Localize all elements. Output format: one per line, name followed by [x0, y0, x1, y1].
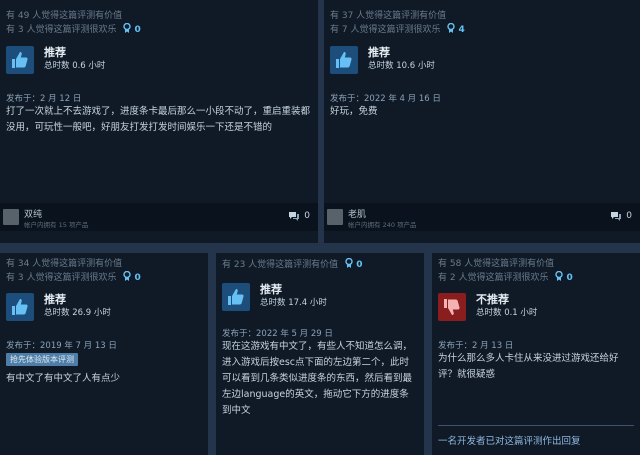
comment-icon [611, 212, 622, 221]
posted-date: 发布于：2 月 12 日 [6, 94, 82, 104]
review-footer: 双纯 帐户内拥有 15 项产品 0 [0, 203, 318, 231]
posted-date: 发布于：2 月 13 日 [438, 341, 514, 351]
funny-count: 有 7 人觉得这篇评测很欢乐 4 [330, 23, 634, 37]
funny-text: 有 2 人觉得这篇评测很欢乐 [438, 273, 549, 283]
review-card: 有 34 人觉得这篇评测有价值 有 3 人觉得这篇评测很欢乐 0 推荐 总时数 … [0, 253, 208, 455]
funny-count: 有 2 人觉得这篇评测很欢乐 0 [438, 271, 634, 285]
hours-played: 总时数 17.4 小时 [260, 298, 327, 308]
helpful-count: 有 37 人觉得这篇评测有价值 [330, 11, 447, 21]
helpful-count: 有 49 人觉得这篇评测有价值 [6, 11, 123, 21]
funny-text: 有 7 人觉得这篇评测很欢乐 [330, 25, 441, 35]
posted-date: 发布于：2022 年 4 月 16 日 [330, 94, 441, 104]
comments-button[interactable]: 0 [610, 211, 632, 221]
review-card: 有 58 人觉得这篇评测有价值 有 2 人觉得这篇评测很欢乐 0 不推荐 总时数… [432, 253, 640, 455]
recommendation-title: 推荐 [260, 283, 282, 296]
helpful-text: 有 23 人觉得这篇评测有价值 [222, 260, 339, 270]
developer-reply-link[interactable]: 一名开发者已对这篇评测作出回复 [438, 433, 581, 447]
thumbs-up-icon [222, 283, 250, 311]
avatar[interactable] [327, 209, 343, 225]
recommendation-title: 不推荐 [476, 293, 509, 306]
award-icon [447, 23, 456, 33]
funny-count: 有 3 人觉得这篇评测很欢乐 0 [6, 23, 312, 37]
award-icon [123, 23, 132, 33]
thumbs-up-icon [6, 46, 34, 74]
early-access-badge: 抢先体验版本评测 [6, 353, 78, 366]
products-owned: 帐户内拥有 240 项产品 [348, 221, 417, 229]
recommendation: 不推荐 总时数 0.1 小时 [438, 293, 537, 321]
recommendation-title: 推荐 [44, 46, 66, 59]
thumbs-up-icon [330, 46, 358, 74]
hours-played: 总时数 0.1 小时 [476, 308, 538, 318]
recommendation: 推荐 总时数 17.4 小时 [222, 283, 327, 311]
hours-played: 总时数 0.6 小时 [44, 61, 106, 71]
helpful-count: 有 34 人觉得这篇评测有价值 [6, 259, 123, 269]
award-count[interactable]: 0 [555, 271, 573, 283]
funny-count: 有 3 人觉得这篇评测很欢乐 0 [6, 271, 202, 285]
review-text: 现在这游戏有中文了，有些人不知道怎么调，进入游戏后按esc点下面的左边第二个，此… [222, 341, 413, 416]
award-icon [555, 271, 564, 281]
comments-button[interactable]: 0 [288, 211, 310, 221]
review-text: 为什么那么多人卡住从来没进过游戏还给好评？就很疑惑 [438, 353, 619, 380]
award-icon [345, 258, 353, 268]
review-footer: 老肌 帐户内拥有 240 项产品 0 [324, 203, 640, 231]
review-text: 打了一次就上不去游戏了，进度条卡最后那么一小段不动了，重启重装都没用，可玩性一般… [6, 106, 311, 133]
recommendation-title: 推荐 [368, 46, 390, 59]
hours-played: 总时数 26.9 小时 [44, 308, 111, 318]
review-card: 有 23 人觉得这篇评测有价值 0 推荐 总时数 17.4 小时 发布于：202… [216, 253, 424, 455]
helpful-count: 有 23 人觉得这篇评测有价值 0 [222, 258, 418, 272]
review-text: 好玩，免费 [330, 106, 378, 117]
recommendation: 推荐 总时数 10.6 小时 [330, 46, 435, 74]
funny-text: 有 3 人觉得这篇评测很欢乐 [6, 25, 117, 35]
hours-played: 总时数 10.6 小时 [368, 61, 435, 71]
recommendation-title: 推荐 [44, 293, 66, 306]
comment-icon [289, 212, 300, 221]
thumbs-up-icon [6, 293, 34, 321]
review-text: 有中文了有中文了人有点少 [6, 373, 121, 384]
award-count[interactable]: 0 [345, 258, 362, 270]
recommendation: 推荐 总时数 0.6 小时 [6, 46, 105, 74]
review-card: 有 37 人觉得这篇评测有价值 有 7 人觉得这篇评测很欢乐 4 推荐 总时数 … [324, 0, 640, 243]
helpful-count: 有 58 人觉得这篇评测有价值 [438, 259, 555, 269]
avatar[interactable] [3, 209, 19, 225]
award-icon [123, 271, 132, 281]
divider [438, 425, 634, 426]
posted-date: 发布于：2019 年 7 月 13 日 [6, 341, 117, 351]
award-count[interactable]: 0 [123, 23, 141, 35]
posted-date: 发布于：2022 年 5 月 29 日 [222, 329, 333, 339]
award-count[interactable]: 4 [447, 23, 465, 35]
funny-text: 有 3 人觉得这篇评测很欢乐 [6, 273, 117, 283]
recommendation: 推荐 总时数 26.9 小时 [6, 293, 111, 321]
review-card: 有 49 人觉得这篇评测有价值 有 3 人觉得这篇评测很欢乐 0 推荐 总时数 … [0, 0, 318, 243]
award-count[interactable]: 0 [123, 271, 141, 283]
thumbs-down-icon [438, 293, 466, 321]
products-owned: 帐户内拥有 15 项产品 [24, 221, 89, 229]
